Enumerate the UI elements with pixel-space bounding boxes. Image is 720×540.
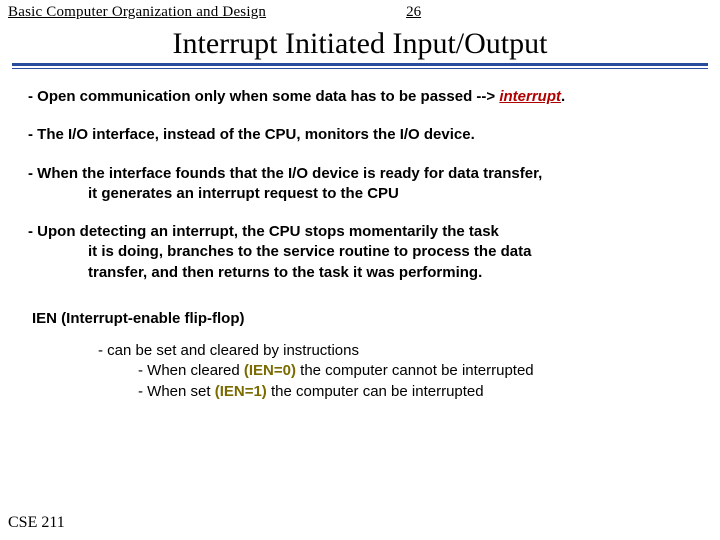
divider-thick (12, 63, 708, 66)
ien-heading: IEN (Interrupt-enable flip-flop) (32, 309, 692, 329)
bullet-4: - Upon detecting an interrupt, the CPU s… (28, 222, 692, 283)
bullet-2-text: - The I/O interface, instead of the CPU,… (28, 126, 475, 143)
bullet-3-line2: it generates an interrupt request to the… (28, 184, 692, 204)
bullet-4-line2: it is doing, branches to the service rou… (28, 242, 692, 262)
ien-sub3-post: the computer can be interrupted (267, 383, 484, 400)
ien-sub2-post: the computer cannot be interrupted (296, 362, 534, 379)
ien-one: (IEN=1) (215, 383, 267, 400)
ien-zero: (IEN=0) (244, 362, 296, 379)
bullet-2: - The I/O interface, instead of the CPU,… (28, 125, 692, 145)
bullet-3: - When the interface founds that the I/O… (28, 164, 692, 205)
bullet-1: - Open communication only when some data… (28, 87, 692, 107)
page-number: 26 (406, 4, 421, 21)
bullet-1-post: . (561, 88, 565, 105)
ien-sub3-pre: - When set (138, 383, 215, 400)
ien-sub3: - When set (IEN=1) the computer can be i… (138, 382, 692, 402)
bullet-4-line1: - Upon detecting an interrupt, the CPU s… (28, 222, 692, 242)
ien-sub2-pre: - When cleared (138, 362, 244, 379)
title-block: Interrupt Initiated Input/Output (12, 27, 708, 69)
bullet-4-line3: transfer, and then returns to the task i… (28, 263, 692, 283)
ien-sub1: - can be set and cleared by instructions (98, 341, 692, 361)
slide-title: Interrupt Initiated Input/Output (12, 27, 708, 63)
slide-header: Basic Computer Organization and Design 2… (0, 0, 720, 21)
bullet-1-text: - Open communication only when some data… (28, 88, 499, 105)
ien-sub2: - When cleared (IEN=0) the computer cann… (138, 361, 692, 381)
course-code-footer: CSE 211 (8, 514, 65, 532)
interrupt-keyword: interrupt (499, 88, 561, 105)
slide-content: - Open communication only when some data… (0, 69, 720, 402)
bullet-3-line1: - When the interface founds that the I/O… (28, 164, 692, 184)
course-topic: Basic Computer Organization and Design (8, 4, 266, 21)
